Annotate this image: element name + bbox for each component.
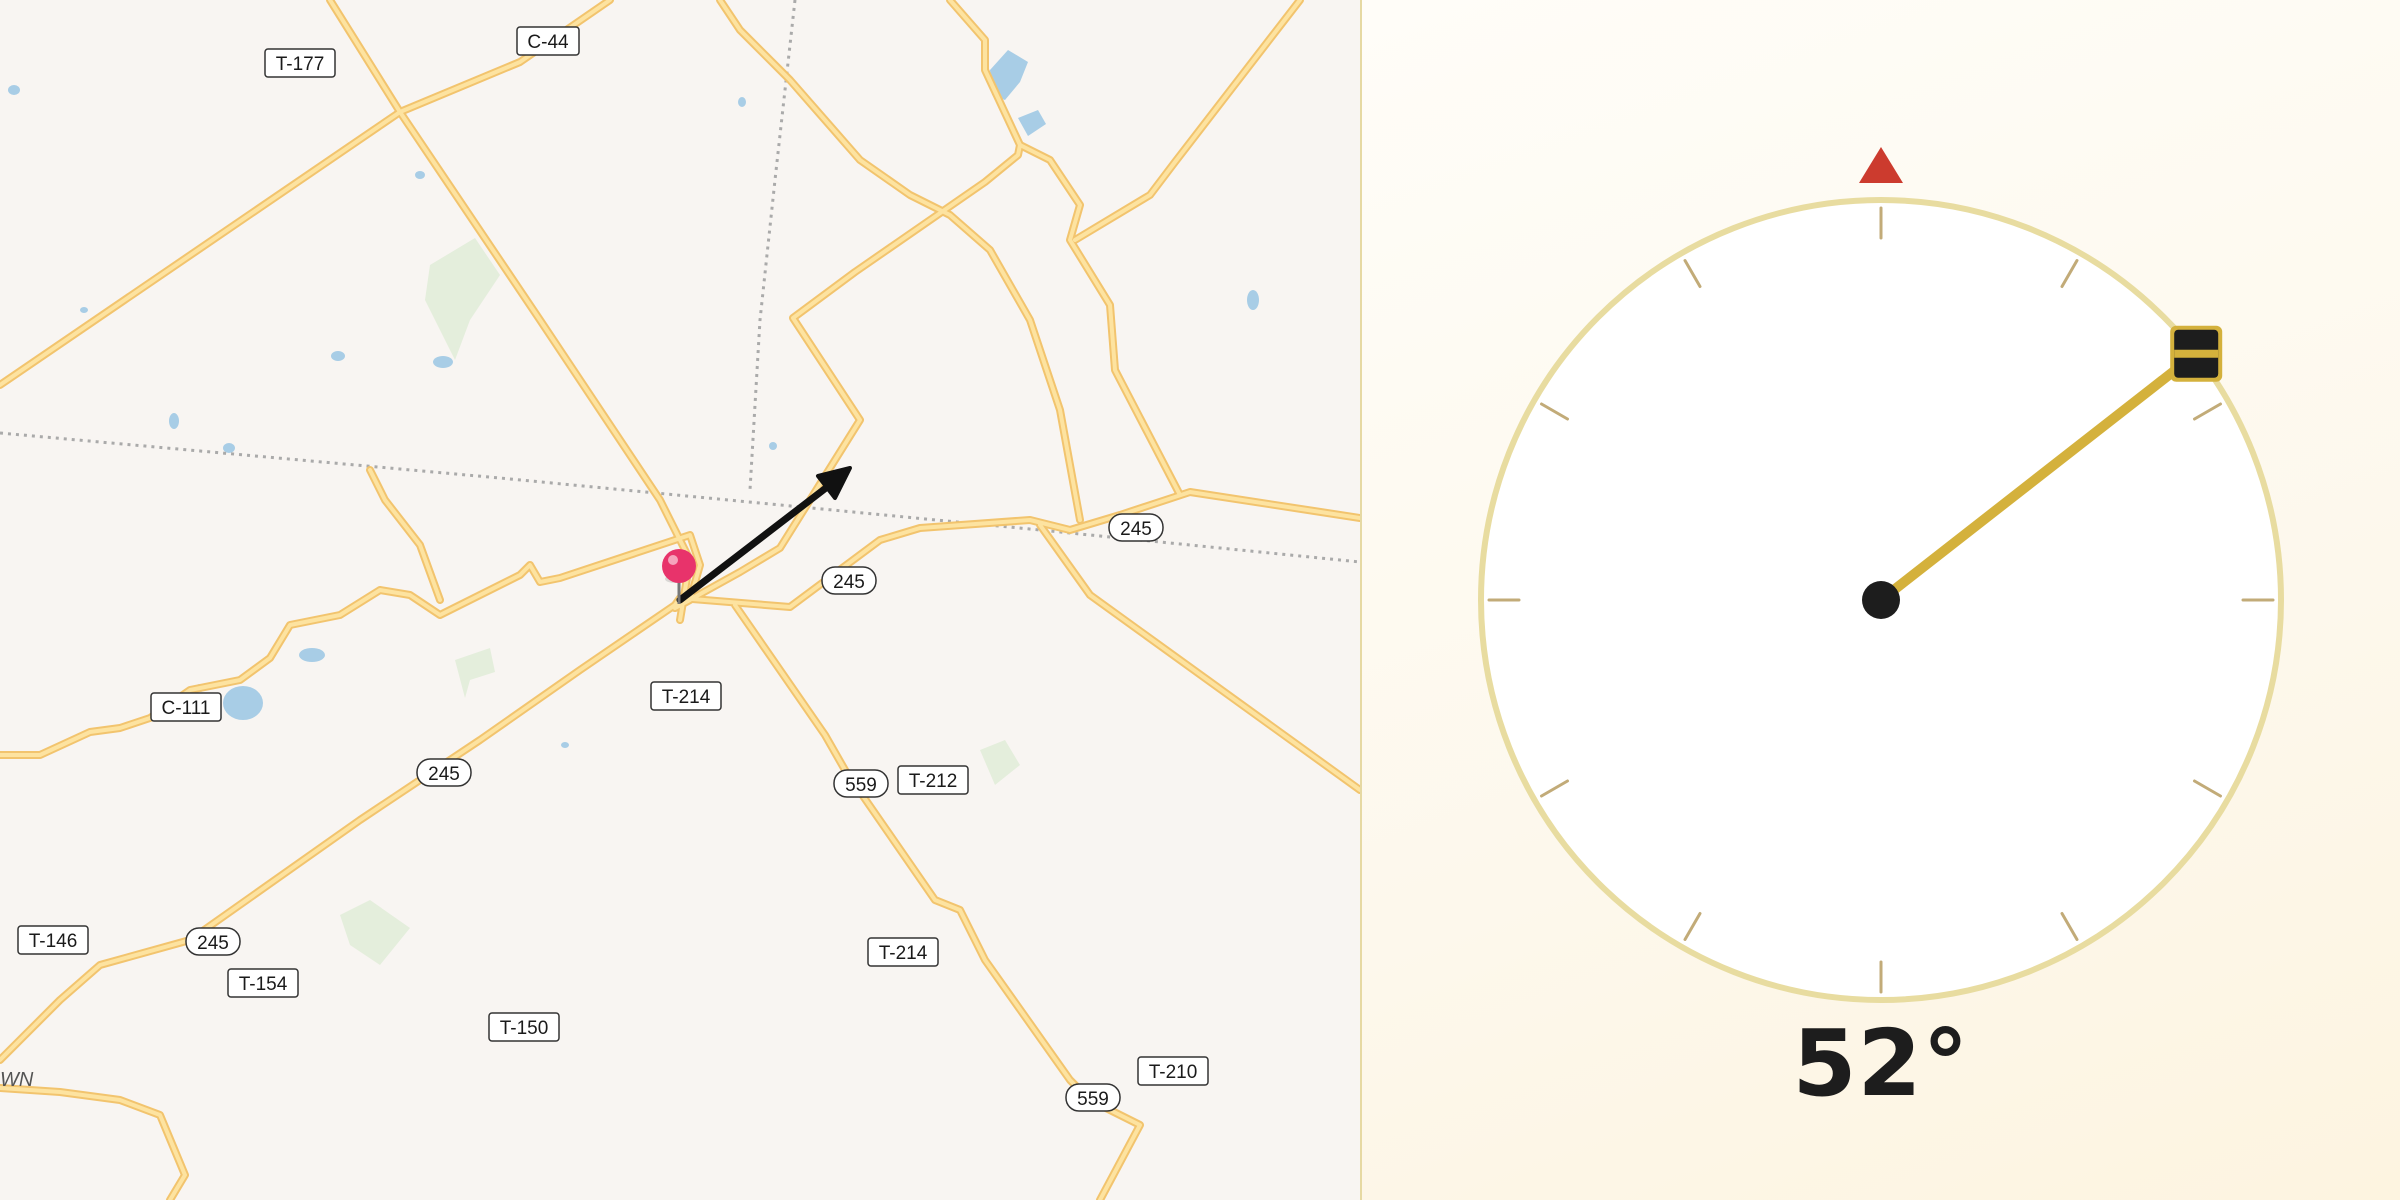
route-label-text: T-146 <box>29 931 78 952</box>
heading-readout: 52° <box>1792 1010 1970 1117</box>
route-shield-text: 245 <box>428 764 460 785</box>
route-shield-text: 245 <box>197 933 229 954</box>
route-label-text: T-154 <box>239 974 288 995</box>
route-shield-text: 559 <box>845 775 877 796</box>
route-label: T-177 <box>264 48 336 78</box>
route-shield-text: 245 <box>1120 519 1152 540</box>
route-label: C-44 <box>516 26 580 56</box>
route-shield: 245 <box>185 927 241 956</box>
route-label-text: T-214 <box>879 943 928 964</box>
route-label: T-214 <box>867 937 939 967</box>
route-shield: 559 <box>1065 1083 1121 1112</box>
water-bodies <box>8 50 1259 748</box>
route-label-text: T-212 <box>909 771 958 792</box>
route-label: T-146 <box>17 925 89 955</box>
route-shield-text: 245 <box>833 572 865 593</box>
route-label: T-212 <box>897 765 969 795</box>
map-view[interactable]: T-177 C-44 C-111 T-214 T-212 T-146 T-154 <box>0 0 1360 1200</box>
route-label-text: C-111 <box>162 698 211 719</box>
route-label: T-210 <box>1137 1056 1209 1086</box>
compass-panel: 52° <box>1362 0 2400 1200</box>
route-label: T-150 <box>488 1012 560 1042</box>
route-shield: 245 <box>416 758 472 787</box>
route-label-text: C-44 <box>527 32 569 53</box>
route-shield: 245 <box>821 566 877 595</box>
route-label: T-154 <box>227 968 299 998</box>
route-shield: 245 <box>1108 513 1164 542</box>
map-canvas[interactable]: T-177 C-44 C-111 T-214 T-212 T-146 T-154 <box>0 0 1360 1200</box>
place-label: WN <box>0 1069 34 1091</box>
route-label: T-214 <box>650 681 722 711</box>
route-label-text: T-150 <box>500 1018 549 1039</box>
route-label-text: T-210 <box>1149 1062 1198 1083</box>
needle-drag-handle[interactable] <box>2170 325 2223 382</box>
needle-hub <box>1862 581 1900 619</box>
route-label-text: T-177 <box>276 54 325 75</box>
route-label-text: T-214 <box>662 687 711 708</box>
route-label: C-111 <box>150 692 222 722</box>
route-shield: 559 <box>833 769 889 798</box>
boundary-lines <box>0 0 1360 564</box>
route-shield-text: 559 <box>1077 1089 1109 1110</box>
north-triangle-icon <box>1859 147 1903 183</box>
